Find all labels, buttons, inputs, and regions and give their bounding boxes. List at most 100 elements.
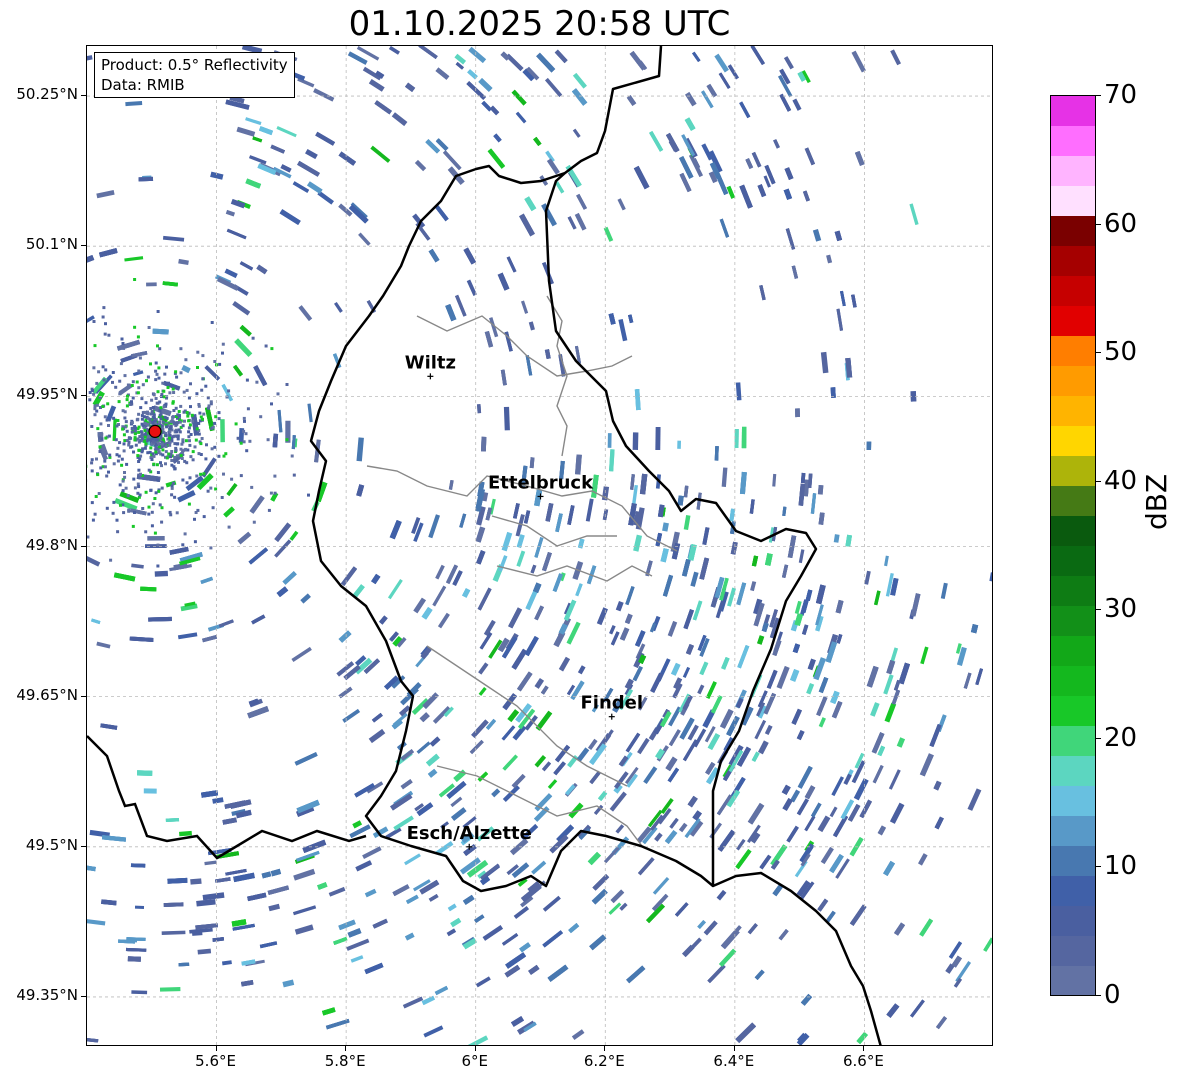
echo-gate	[149, 407, 153, 410]
echo-gate	[574, 212, 587, 231]
echo-gate	[714, 446, 719, 461]
echo-gate	[226, 483, 238, 496]
echo-gate	[193, 540, 197, 544]
echo-gate	[501, 725, 516, 741]
echo-gate	[95, 381, 99, 385]
echo-gate	[160, 464, 163, 468]
echo-gate	[435, 564, 445, 580]
echo-gate	[161, 448, 165, 452]
echo-gate	[804, 147, 816, 166]
echo-gate	[629, 50, 647, 71]
echo-gate	[874, 590, 881, 606]
echo-gate	[234, 422, 238, 426]
echo-gate	[147, 326, 151, 329]
echo-gate	[245, 178, 262, 189]
colorbar-tick	[1096, 866, 1101, 868]
echo-gate	[161, 453, 165, 457]
echo-gate	[864, 570, 871, 585]
echo-gate	[515, 111, 527, 124]
echo-gate	[160, 486, 164, 490]
echo-gate	[117, 400, 121, 404]
city-eschalzette: Esch/Alzette	[407, 823, 532, 850]
echo-gate	[757, 184, 767, 198]
echo-gate	[197, 404, 201, 408]
echo-gate	[478, 686, 487, 696]
echo-gate	[739, 471, 747, 495]
echo-gate	[840, 290, 846, 307]
echo-gate	[170, 450, 174, 453]
echo-gate	[463, 844, 477, 856]
echo-gate	[759, 285, 766, 301]
echo-gate	[379, 615, 388, 625]
echo-gate	[158, 347, 162, 351]
echo-gate	[660, 548, 669, 563]
echo-gate	[182, 390, 186, 394]
echo-gate	[103, 415, 107, 419]
echo-gate	[103, 459, 107, 463]
echo-gate	[298, 305, 313, 322]
echo-gate	[209, 400, 213, 404]
echo-gate	[138, 457, 142, 461]
lon-tick	[733, 1046, 735, 1051]
echo-gate	[146, 451, 150, 455]
echo-gate	[130, 400, 133, 404]
echo-gate	[596, 607, 608, 626]
echo-gate	[127, 956, 141, 962]
echo-gate	[105, 418, 109, 422]
echo-gate	[147, 505, 151, 509]
echo-gate	[124, 420, 128, 424]
echo-gate	[196, 898, 216, 907]
colorbar-tick-label: 0	[1104, 980, 1121, 1010]
echo-gate	[729, 508, 736, 522]
echo-gate	[815, 584, 826, 605]
echo-gate	[147, 438, 151, 442]
echo-gate	[161, 930, 186, 936]
echo-gate	[716, 889, 727, 901]
echo-gate	[794, 613, 804, 626]
echo-gate	[187, 502, 191, 506]
echo-gate	[236, 436, 240, 440]
echo-gate	[221, 960, 232, 966]
echo-gate	[888, 769, 901, 790]
colorbar-segment	[1051, 395, 1095, 427]
echo-gate	[285, 383, 289, 386]
echo-gate	[134, 905, 145, 909]
echo-gate	[161, 420, 165, 424]
echo-gate	[124, 486, 128, 490]
echo-gate	[130, 430, 134, 434]
echo-gate	[935, 1016, 947, 1030]
echo-gate	[140, 450, 144, 454]
echo-gate	[681, 134, 696, 157]
echo-gate	[328, 886, 346, 897]
echo-gate	[87, 918, 106, 926]
echo-gate	[122, 433, 126, 437]
echo-gate	[140, 414, 144, 418]
echo-gate	[158, 503, 162, 507]
echo-gate	[103, 465, 107, 469]
echo-gate	[137, 412, 141, 416]
echo-gate	[534, 605, 544, 621]
city-findel: Findel	[580, 693, 643, 720]
echo-gate	[134, 443, 138, 447]
colorbar-segment	[1051, 905, 1095, 936]
echo-gate	[148, 418, 152, 422]
echo-gate	[136, 391, 140, 395]
echo-gate	[856, 1031, 868, 1045]
radar-map[interactable]: Wiltz Ettelbruck Findel Esch/Alzette	[86, 45, 993, 1046]
echo-gate	[806, 682, 815, 695]
echo-gate	[533, 136, 542, 147]
colorbar-segment	[1051, 635, 1095, 666]
echo-gate	[800, 599, 809, 613]
echo-gate	[220, 496, 224, 499]
echo-gate	[126, 383, 130, 387]
echo-gate	[204, 457, 208, 461]
echo-gate	[164, 445, 168, 448]
echo-gate	[112, 416, 116, 420]
echo-gate	[147, 536, 165, 541]
echo-gate	[179, 830, 192, 837]
colorbar-segment	[1051, 875, 1095, 906]
echo-gate	[150, 398, 154, 402]
radar-map-canvas: Wiltz Ettelbruck Findel Esch/Alzette	[87, 46, 992, 1045]
echo-gate	[181, 449, 185, 453]
echo-gate	[245, 378, 249, 382]
